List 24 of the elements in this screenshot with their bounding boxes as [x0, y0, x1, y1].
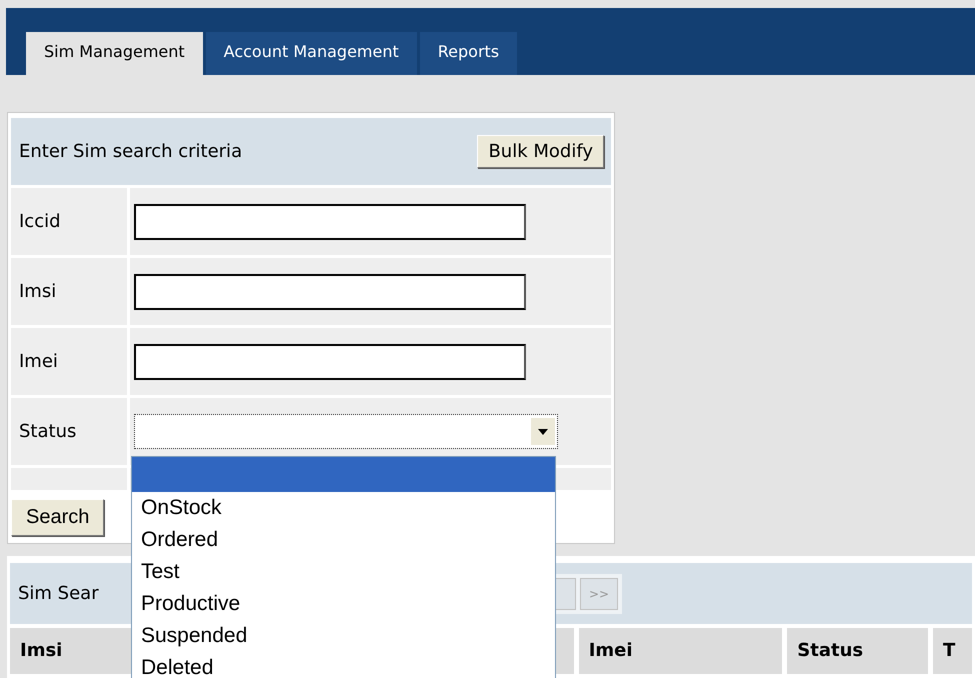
results-title: Sim Sear	[18, 583, 99, 604]
dropdown-option[interactable]: Deleted	[132, 652, 555, 678]
column-header[interactable]: T	[932, 628, 972, 674]
column-header[interactable]: Imei	[578, 628, 782, 674]
input-field[interactable]	[134, 344, 526, 380]
bulk-modify-button[interactable]: Bulk Modify	[477, 135, 604, 168]
field-label: Iccid	[11, 188, 127, 255]
dropdown-option[interactable]: Productive	[132, 588, 555, 620]
input-field[interactable]	[134, 204, 526, 240]
tab[interactable]: Sim Management	[26, 32, 203, 75]
field-label: Imei	[11, 328, 127, 395]
dropdown-option[interactable]: Suspended	[132, 620, 555, 652]
field-label: Status	[11, 398, 127, 465]
field-label: Imsi	[11, 258, 127, 325]
input-field[interactable]	[134, 274, 526, 310]
dropdown-option[interactable]: Ordered	[132, 524, 555, 556]
dropdown-option[interactable]: Test	[132, 556, 555, 588]
status-select[interactable]	[134, 414, 558, 449]
tab[interactable]: Account Management	[206, 32, 417, 75]
search-button[interactable]: Search	[11, 499, 104, 536]
tab[interactable]: Reports	[420, 32, 518, 75]
column-header[interactable]: Status	[787, 628, 928, 674]
panel-title: Enter Sim search criteria	[19, 141, 242, 162]
dropdown-option[interactable]: OnStock	[132, 492, 555, 524]
